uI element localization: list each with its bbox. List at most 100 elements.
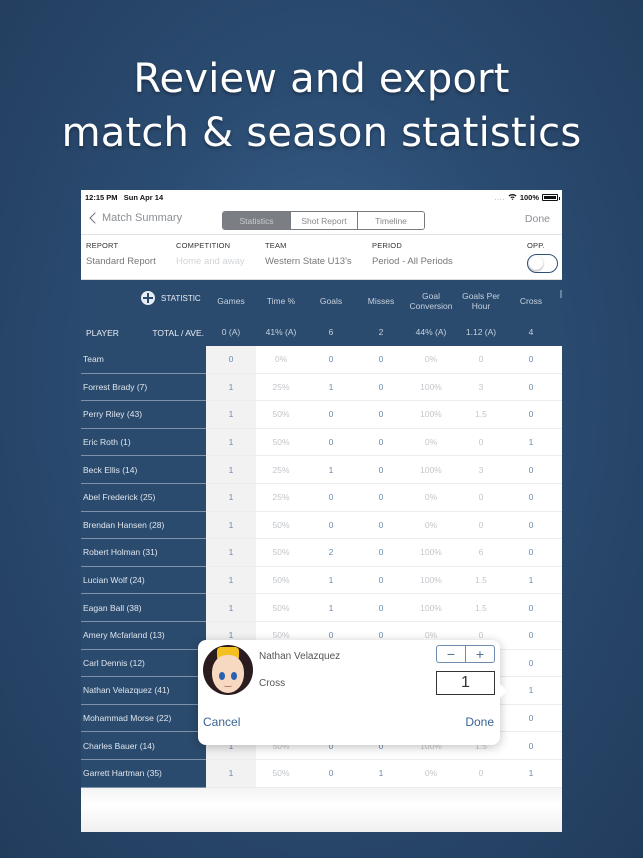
column-header[interactable]: Misses 2 (356, 280, 406, 346)
stat-cell[interactable]: 0 (506, 705, 556, 732)
stat-cell[interactable]: 0 (356, 374, 406, 401)
stat-cell[interactable]: 1 (206, 566, 256, 594)
stat-cell[interactable]: 1 (306, 594, 356, 621)
stat-cell[interactable]: 1 (206, 594, 256, 621)
stat-cell[interactable]: 6 (456, 539, 506, 566)
stat-cell[interactable]: 0 (456, 484, 506, 511)
column-header[interactable]: Games 0 (A) (206, 280, 256, 346)
stat-cell[interactable]: 0 (456, 346, 506, 373)
increment-button[interactable]: + (466, 646, 494, 662)
filter-competition[interactable]: COMPETITION Home and away (176, 241, 245, 267)
stat-cell[interactable]: 0 (356, 567, 406, 594)
stat-cell[interactable]: 0% (406, 346, 456, 373)
stat-cell[interactable]: 1 (306, 456, 356, 483)
stat-cell[interactable]: 0 (306, 346, 356, 373)
stat-cell[interactable]: 1 (206, 401, 256, 428)
stat-cell[interactable]: 50% (256, 512, 306, 539)
horizontal-scroll-indicator[interactable] (560, 290, 562, 298)
stat-cell[interactable]: 50% (256, 429, 306, 456)
stat-cell[interactable]: 0 (506, 456, 556, 483)
stat-cell[interactable]: 50% (256, 539, 306, 566)
cancel-button[interactable]: Cancel (203, 715, 240, 729)
stat-value-field[interactable]: 1 (436, 671, 495, 695)
stat-cell[interactable]: 50% (256, 401, 306, 428)
stat-cell[interactable]: 50% (256, 567, 306, 594)
filter-report[interactable]: REPORT Standard Report (86, 241, 156, 267)
stat-cell[interactable]: 1 (206, 511, 256, 539)
stat-cell[interactable]: 3 (456, 456, 506, 483)
player-name[interactable]: Abel Frederick (25) (81, 483, 206, 512)
stat-cell[interactable]: 1 (206, 539, 256, 566)
stat-cell[interactable]: 0 (356, 456, 406, 483)
stat-cell[interactable]: 100% (406, 539, 456, 566)
stat-cell[interactable]: 1 (506, 760, 556, 787)
stat-cell[interactable]: 0 (306, 760, 356, 787)
player-name[interactable]: Mohammad Morse (22) (81, 704, 206, 733)
stat-cell[interactable]: 0 (206, 346, 256, 373)
player-name[interactable]: Carl Dennis (12) (81, 649, 206, 678)
stat-cell[interactable]: 100% (406, 401, 456, 428)
column-header[interactable]: Time % 41% (A) (256, 280, 306, 346)
stat-cell[interactable]: 0 (506, 484, 556, 511)
tab-statistics[interactable]: Statistics (223, 212, 290, 229)
stat-cell[interactable]: 0 (456, 512, 506, 539)
stat-cell[interactable]: 100% (406, 594, 456, 621)
opp-toggle[interactable] (527, 254, 558, 273)
done-button[interactable]: Done (525, 213, 550, 225)
back-button[interactable]: Match Summary (88, 212, 182, 224)
player-name[interactable]: Amery Mcfarland (13) (81, 621, 206, 650)
stat-cell[interactable]: 1 (206, 456, 256, 483)
filter-period[interactable]: PERIOD Period - All Periods (372, 241, 453, 267)
player-name[interactable]: Charles Bauer (14) (81, 732, 206, 760)
stat-cell[interactable]: 1.5 (456, 594, 506, 621)
stat-cell[interactable]: 1 (356, 760, 406, 787)
stat-cell[interactable]: 0 (506, 594, 556, 621)
stat-cell[interactable]: 50% (256, 760, 306, 787)
player-name[interactable]: Lucian Wolf (24) (81, 566, 206, 595)
stat-cell[interactable]: 0 (356, 346, 406, 373)
stat-cell[interactable]: 0 (356, 539, 406, 566)
stat-cell[interactable]: 100% (406, 374, 456, 401)
player-name[interactable]: Nathan Velazquez (41) (81, 677, 206, 705)
player-name[interactable]: Garrett Hartman (35) (81, 759, 206, 788)
stat-cell[interactable]: 0 (506, 512, 556, 539)
stat-cell[interactable]: 1.5 (456, 401, 506, 428)
stat-cell[interactable]: 1.5 (456, 567, 506, 594)
player-name[interactable]: Perry Riley (43) (81, 401, 206, 429)
stat-cell[interactable]: 2 (306, 539, 356, 566)
stat-cell[interactable]: 0 (506, 346, 556, 373)
stat-cell[interactable]: 1 (206, 428, 256, 456)
stat-cell[interactable]: 0 (506, 622, 556, 649)
stat-cell[interactable]: 0 (356, 429, 406, 456)
stat-cell[interactable]: 0 (356, 484, 406, 511)
popover-done-button[interactable]: Done (465, 715, 494, 729)
stat-cell[interactable]: 50% (256, 594, 306, 621)
tab-shot-report[interactable]: Shot Report (290, 212, 357, 229)
stat-cell[interactable]: 0% (406, 484, 456, 511)
stat-cell[interactable]: 1 (306, 374, 356, 401)
player-name[interactable]: Team (81, 346, 206, 374)
player-name[interactable]: Forrest Brady (7) (81, 373, 206, 402)
stat-cell[interactable]: 1 (506, 677, 556, 704)
player-name[interactable]: Robert Holman (31) (81, 539, 206, 567)
stat-cell[interactable]: 25% (256, 374, 306, 401)
stat-cell[interactable]: 0 (506, 650, 556, 677)
player-name[interactable]: Eagan Ball (38) (81, 594, 206, 622)
stat-cell[interactable]: 0 (506, 539, 556, 566)
stat-cell[interactable]: 0% (406, 760, 456, 787)
stat-cell[interactable]: 0 (456, 429, 506, 456)
stat-cell[interactable]: 1 (206, 759, 256, 787)
stat-cell[interactable]: 0% (256, 346, 306, 373)
stat-cell[interactable]: 1 (206, 373, 256, 401)
stat-cell[interactable]: 0 (306, 484, 356, 511)
stat-cell[interactable]: 1 (506, 567, 556, 594)
column-header[interactable]: Goals Per Hour 1.12 (A) (456, 280, 506, 346)
stat-cell[interactable]: 0% (406, 429, 456, 456)
stat-cell[interactable]: 0 (506, 401, 556, 428)
decrement-button[interactable]: − (437, 646, 466, 662)
column-header[interactable]: Goals 6 (306, 280, 356, 346)
stat-cell[interactable]: 0 (506, 374, 556, 401)
tab-timeline[interactable]: Timeline (357, 212, 424, 229)
player-name[interactable]: Beck Ellis (14) (81, 456, 206, 484)
stat-cell[interactable]: 25% (256, 484, 306, 511)
